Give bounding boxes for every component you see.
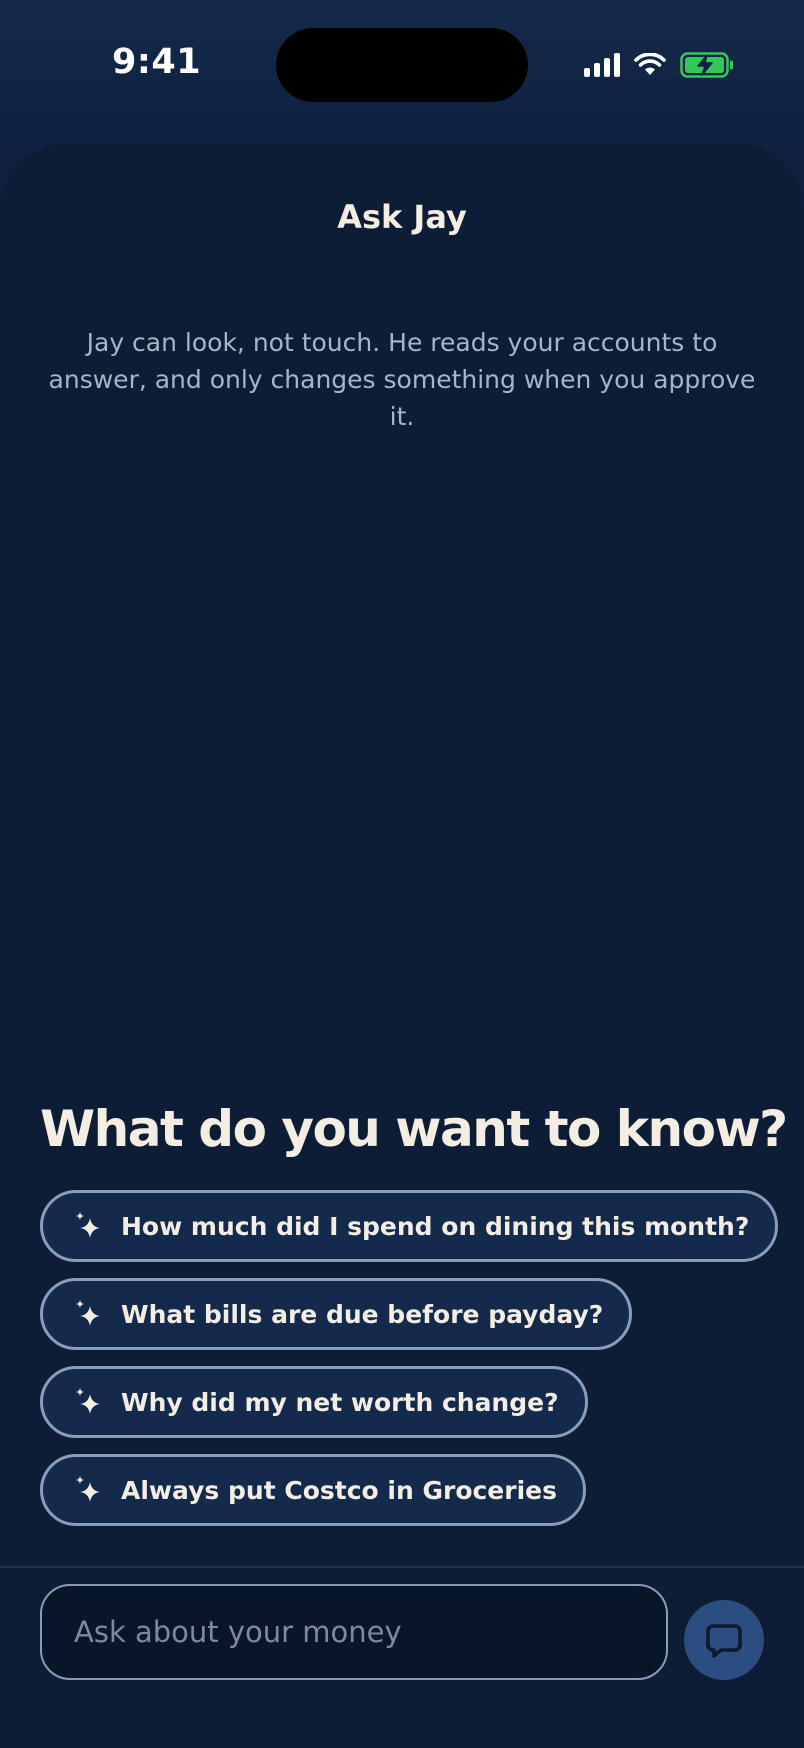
ask-input[interactable]: Ask about your money: [40, 1584, 668, 1680]
chat-bubble-icon: [706, 1624, 742, 1658]
status-icons: [584, 50, 734, 80]
intro-text: Jay can look, not touch. He reads your a…: [48, 328, 756, 431]
ask-jay-screen: 9:41 Ask Jay Jay can look, not touch. He…: [0, 0, 804, 1748]
dynamic-island: [276, 28, 528, 102]
suggestion-chip[interactable]: How much did I spend on dining this mont…: [40, 1190, 779, 1262]
suggestion-label: How much did I spend on dining this mont…: [121, 1211, 750, 1241]
prompt-heading: What do you want to know?: [40, 1100, 788, 1158]
ask-input-placeholder: Ask about your money: [74, 1615, 402, 1649]
wifi-icon: [634, 53, 666, 75]
suggestion-label: Always put Costco in Groceries: [121, 1475, 557, 1505]
composer-divider: [0, 1566, 804, 1568]
status-bar: 9:41: [0, 0, 804, 130]
sparkle-icon: [76, 1388, 100, 1414]
sparkle-icon: [76, 1476, 100, 1502]
sparkle-icon: [76, 1212, 100, 1238]
suggestion-label: Why did my net worth change?: [121, 1387, 559, 1417]
sparkle-icon: [76, 1300, 100, 1326]
suggestion-chip[interactable]: Why did my net worth change?: [40, 1366, 588, 1438]
battery-charging-icon: [680, 52, 733, 78]
page-title: Ask Jay: [337, 198, 467, 236]
suggestion-chip[interactable]: What bills are due before payday?: [40, 1278, 633, 1350]
status-time: 9:41: [112, 42, 202, 82]
suggestion-label: What bills are due before payday?: [121, 1299, 604, 1329]
suggestion-chip[interactable]: Always put Costco in Groceries: [40, 1454, 586, 1526]
cellular-signal-icon: [584, 53, 620, 77]
send-button[interactable]: [684, 1600, 764, 1680]
